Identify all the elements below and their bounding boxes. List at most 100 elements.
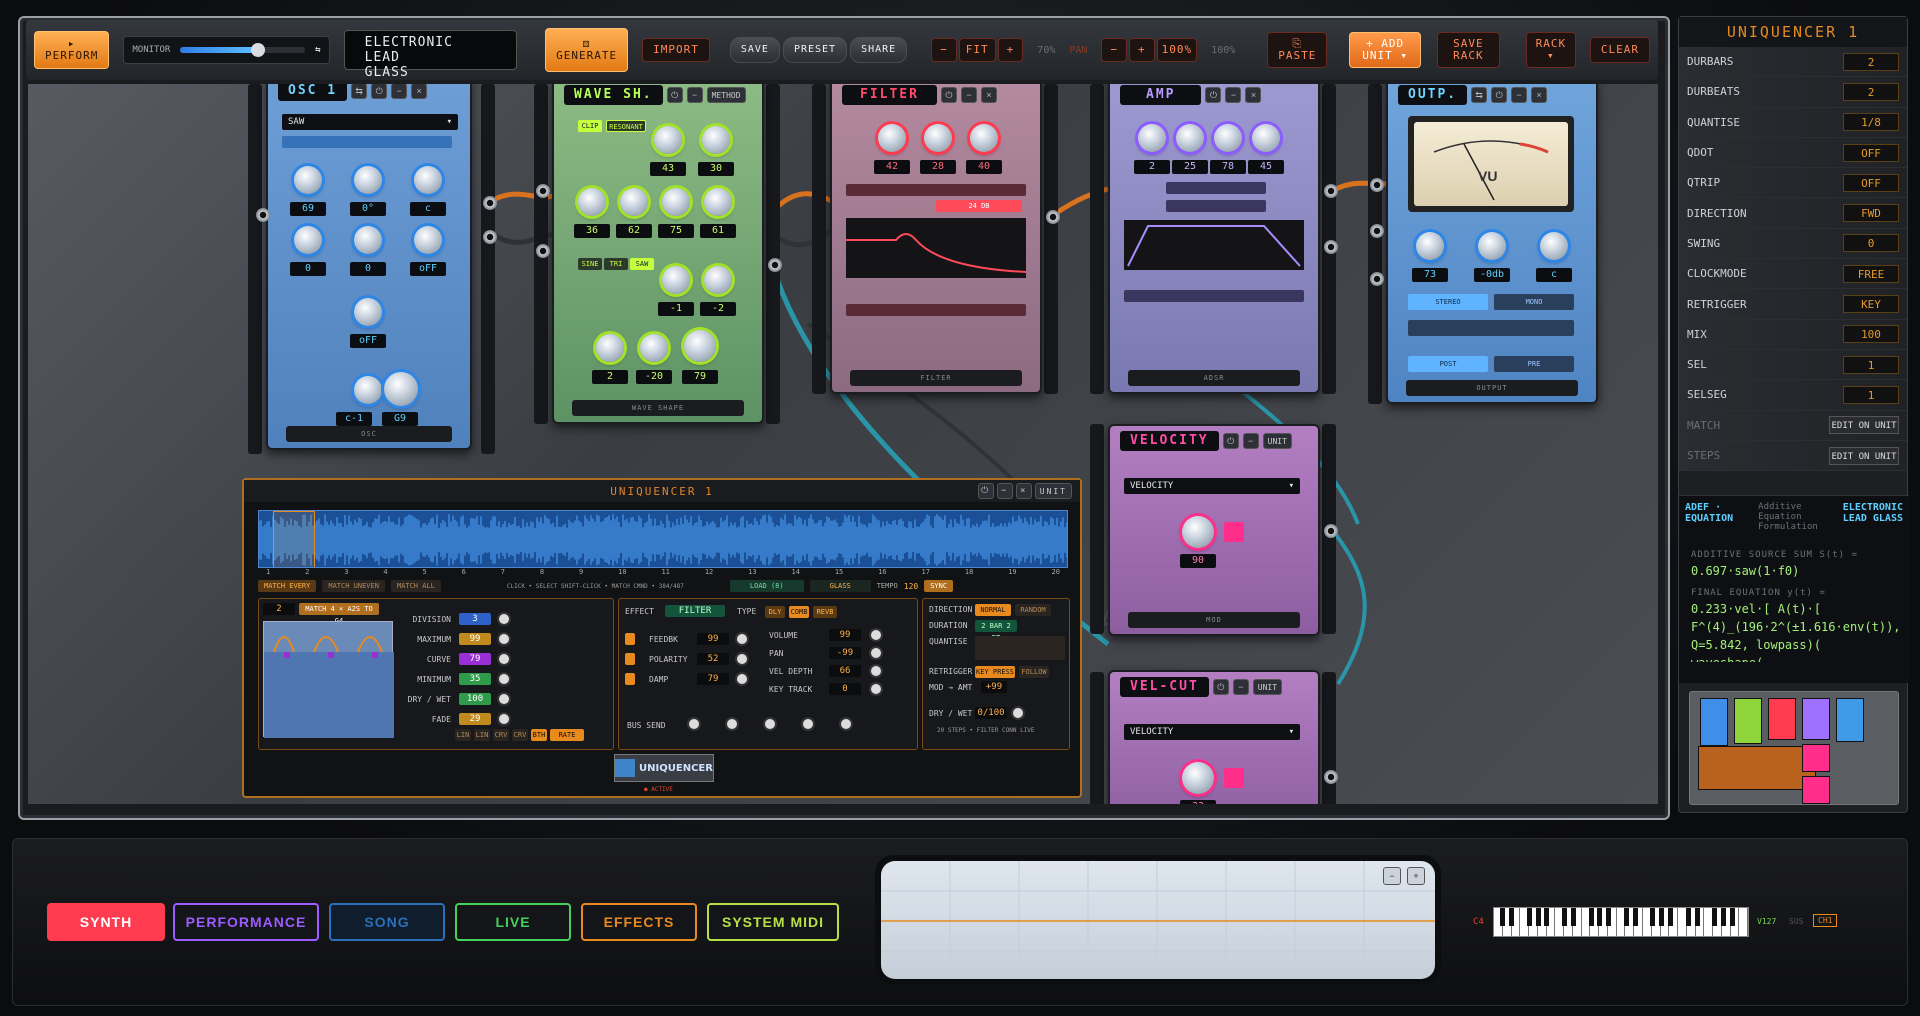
velocity-source-select[interactable]: VELOCITY xyxy=(1124,478,1300,494)
osc-link-icon[interactable]: ⇆ xyxy=(351,84,368,99)
filter-mod-buttons[interactable] xyxy=(846,304,1026,316)
osc-knob-1[interactable] xyxy=(294,166,322,194)
effect-param-value[interactable]: 79 xyxy=(697,673,729,685)
filter-knob-env[interactable] xyxy=(970,124,998,152)
velocity-amount-knob[interactable] xyxy=(1182,516,1214,548)
amp-sustain-knob[interactable] xyxy=(1214,124,1242,152)
minimap-output[interactable] xyxy=(1836,698,1864,742)
piano-black-key[interactable] xyxy=(1632,908,1638,926)
effect-row-toggle[interactable] xyxy=(625,653,635,665)
output-minimize-icon[interactable]: − xyxy=(1511,87,1528,103)
lin-button-1[interactable]: LIN xyxy=(455,729,471,741)
lin-button-2[interactable]: LIN xyxy=(474,729,490,741)
edit-on-unit-button[interactable]: EDIT ON UNIT xyxy=(1829,416,1899,435)
monitor-slider[interactable] xyxy=(180,43,306,57)
piano-black-key[interactable] xyxy=(1623,908,1629,926)
piano-black-key[interactable] xyxy=(1712,908,1718,926)
retrigger-follow-button[interactable]: FOLLOW xyxy=(1019,666,1049,678)
osc-output-jack-2[interactable] xyxy=(483,230,497,244)
inspector-row-value[interactable]: OFF xyxy=(1843,143,1899,162)
piano-black-key[interactable] xyxy=(1526,908,1532,926)
osc-knob-3[interactable] xyxy=(414,166,442,194)
monitor-slider-handle[interactable] xyxy=(250,43,265,57)
osc-knob-9[interactable] xyxy=(384,372,418,406)
bus-send-knob-4[interactable] xyxy=(803,719,813,729)
osc-power-icon[interactable]: ⏻ xyxy=(371,84,388,99)
piano-black-key[interactable] xyxy=(1588,908,1594,926)
effect-param-knob[interactable] xyxy=(737,634,747,644)
filter-type-buttons[interactable] xyxy=(846,184,1026,196)
type-button-3[interactable]: REVB xyxy=(813,606,837,618)
preset-button[interactable]: PRESET xyxy=(782,37,848,63)
effects-tab[interactable]: EFFECTS xyxy=(581,903,697,941)
minimap-waveshaper[interactable] xyxy=(1734,698,1762,744)
zoom-out-button[interactable]: − xyxy=(931,38,957,62)
inspector-row-value[interactable]: 2 xyxy=(1843,82,1899,101)
velcut-amount-knob[interactable] xyxy=(1182,762,1214,794)
velcut-source-select[interactable]: VELOCITY xyxy=(1124,724,1300,740)
zoom2-in-button[interactable]: + xyxy=(1129,38,1155,62)
output-stereo-button[interactable]: STEREO xyxy=(1408,294,1488,310)
match-param-knob[interactable] xyxy=(499,714,509,724)
bus-send-knob-1[interactable] xyxy=(689,719,699,729)
osc-knob-8[interactable] xyxy=(354,376,382,404)
amp-minimize-icon[interactable]: − xyxy=(1225,87,1242,103)
clear-button[interactable]: CLEAR xyxy=(1589,37,1650,63)
output-pan-knob[interactable] xyxy=(1540,232,1568,260)
osc-waveform-select[interactable]: SAW xyxy=(282,114,458,130)
velcut-minimize-icon[interactable]: − xyxy=(1232,679,1249,695)
filter-knob-resonance[interactable] xyxy=(924,124,952,152)
match-every-tab[interactable]: MATCH EVERY xyxy=(258,580,317,592)
minimap-velcut[interactable] xyxy=(1802,776,1830,804)
mix-param-knob[interactable] xyxy=(871,666,881,676)
output-post-button[interactable]: POST xyxy=(1408,356,1488,372)
output-pre-button[interactable]: PRE xyxy=(1494,356,1574,372)
osc-module[interactable]: OSC 1 ⇆ ⏻ − × SAW 69 0° c 0 0 oFF oFF xyxy=(266,84,472,450)
piano-black-key[interactable] xyxy=(1606,908,1612,926)
filter-slope-button[interactable]: 24 DB xyxy=(936,200,1022,212)
piano-black-key[interactable] xyxy=(1685,908,1691,926)
piano-black-key[interactable] xyxy=(1650,908,1656,926)
filter-output-jack[interactable] xyxy=(1046,210,1060,224)
velcut-power-icon[interactable]: ⏻ xyxy=(1212,679,1229,695)
zoom-fit-button[interactable]: FIT xyxy=(958,38,996,62)
rate-button[interactable]: RATE xyxy=(550,729,584,741)
mix-param-value[interactable]: 66 xyxy=(829,665,861,677)
velocity-module[interactable]: VELOCITY ⏻ − UNIT VELOCITY 90 MOD xyxy=(1108,424,1320,636)
song-tab[interactable]: SONG xyxy=(329,903,445,941)
ws-knob-3[interactable] xyxy=(578,188,606,216)
effect-param-value[interactable]: 99 xyxy=(697,633,729,645)
inspector-row-value[interactable]: 0 xyxy=(1843,234,1899,253)
amp-close-icon[interactable]: × xyxy=(1245,87,1262,103)
effect-param-knob[interactable] xyxy=(737,674,747,684)
inspector-row-value[interactable]: KEY xyxy=(1843,295,1899,314)
scope-zoom-out-button[interactable]: − xyxy=(1383,867,1401,885)
match-param-value[interactable]: 35 xyxy=(459,673,491,685)
output-input-jack-3[interactable] xyxy=(1370,272,1384,286)
patch-canvas[interactable]: RMATION OSC 1 ⇆ ⏻ − × SAW xyxy=(28,84,1658,804)
ws-knob-9[interactable] xyxy=(596,334,624,362)
bus-send-knob-5[interactable] xyxy=(841,719,851,729)
match-all-tab[interactable]: MATCH ALL xyxy=(390,580,441,592)
match-range[interactable]: MATCH 4 × A2S TO G4 xyxy=(299,603,379,625)
synth-tab[interactable]: SYNTH xyxy=(47,903,165,941)
crv-button-1[interactable]: CRV xyxy=(493,729,509,741)
piano-black-key[interactable] xyxy=(1668,908,1674,926)
uniquencer-preset-name[interactable]: GLASS xyxy=(809,580,871,592)
inspector-row-value[interactable]: 2 xyxy=(1843,52,1899,71)
output-mono-button[interactable]: MONO xyxy=(1494,294,1574,310)
monitor-control[interactable]: MONITOR ⇆ xyxy=(123,36,330,64)
mix-param-value[interactable]: 99 xyxy=(829,629,861,641)
velocity-minimize-icon[interactable]: − xyxy=(1242,433,1259,449)
velcut-module[interactable]: VEL-CUT ⏻ − UNIT VELOCITY 33 xyxy=(1108,670,1320,804)
generate-button[interactable]: ⚄ GENERATE xyxy=(545,28,629,72)
type-button-1[interactable]: DLY xyxy=(765,606,785,618)
piano-black-key[interactable] xyxy=(1729,908,1735,926)
ws-knob-2[interactable] xyxy=(702,126,730,154)
inspector-row-value[interactable]: FWD xyxy=(1843,204,1899,223)
type-button-2[interactable]: COMB xyxy=(789,606,809,618)
filter-close-icon[interactable]: × xyxy=(980,87,997,103)
amp-power-icon[interactable]: ⏻ xyxy=(1205,87,1222,103)
velcut-output-jack[interactable] xyxy=(1324,770,1338,784)
effect-param-value[interactable]: 52 xyxy=(697,653,729,665)
